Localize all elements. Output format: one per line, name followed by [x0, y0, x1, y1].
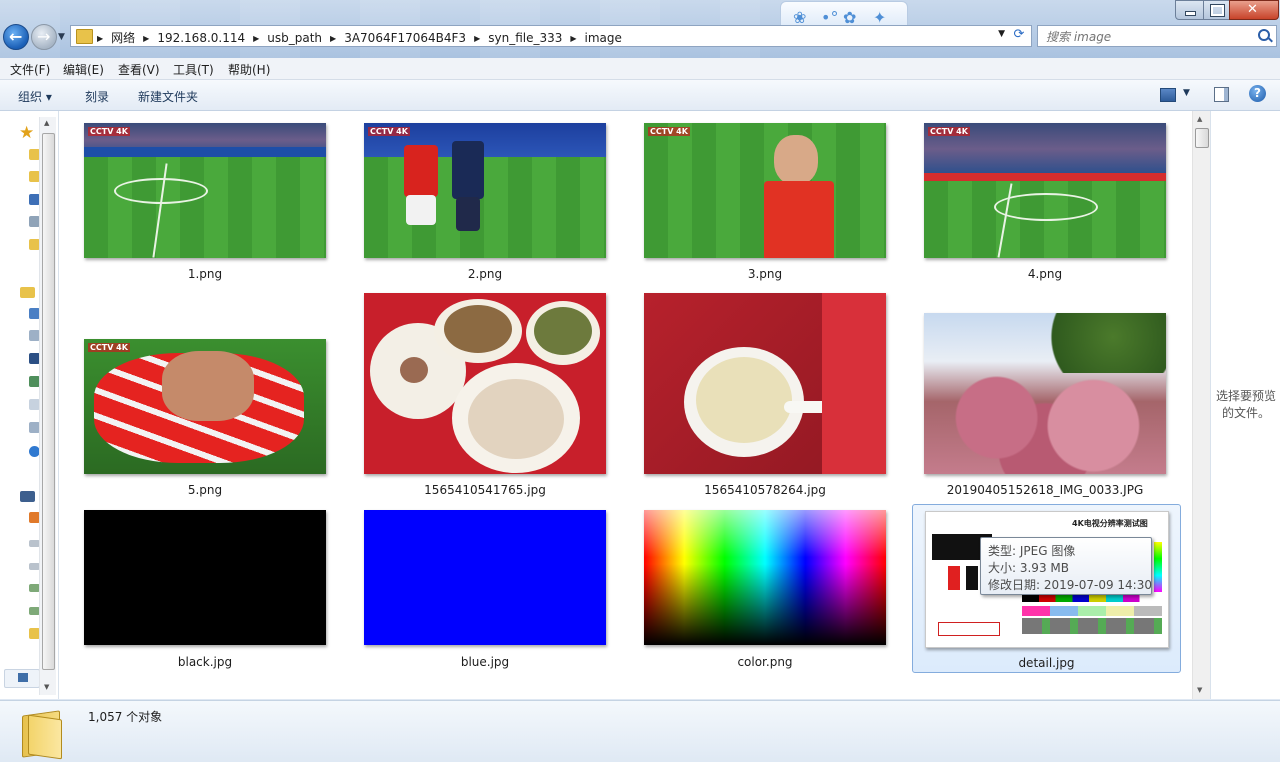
address-dropdown-icon[interactable]: ▼ [998, 29, 1005, 39]
testchart-title: 4K电视分辨率测试图 [1072, 519, 1148, 528]
breadcrumb-item[interactable]: syn_file_333 [488, 31, 562, 45]
computer-icon[interactable] [20, 491, 35, 502]
file-item[interactable]: CCTV 4K 2.png [359, 121, 611, 289]
organize-button[interactable]: 组织 ▾ [18, 88, 52, 105]
scroll-up-icon[interactable]: ▲ [1197, 115, 1202, 123]
back-button[interactable] [3, 24, 29, 50]
thumbnail-image: CCTV 4K [924, 123, 1166, 258]
tooltip-modified: 修改日期: 2019-07-09 14:30 [988, 578, 1152, 592]
file-list: CCTV 4K 1.png CCTV 4K 2.png CCTV 4K 3.pn… [59, 111, 1192, 699]
search-box[interactable] [1037, 25, 1277, 47]
scroll-down-icon[interactable]: ▼ [44, 683, 49, 691]
file-info-tooltip: 类型: JPEG 图像 大小: 3.93 MB 修改日期: 2019-07-09… [980, 537, 1152, 595]
file-item[interactable]: CCTV 4K 1.png [79, 121, 331, 289]
recent-pages-dropdown-icon[interactable]: ▼ [58, 32, 65, 42]
breadcrumb-item[interactable]: 网络 [111, 31, 135, 45]
file-item[interactable]: 1565410541765.jpg [359, 293, 611, 503]
breadcrumb-separator-icon[interactable]: ▶ [253, 34, 259, 43]
scroll-up-icon[interactable]: ▲ [44, 119, 49, 127]
file-item[interactable]: CCTV 4K 4.png [919, 121, 1171, 289]
thumbnail-image: CCTV 4K [364, 123, 606, 258]
breadcrumb-item[interactable]: image [585, 31, 622, 45]
network-icon-graphic [18, 673, 28, 682]
command-bar: 组织 ▾ 刻录 新建文件夹 ▼ ? [0, 80, 1280, 111]
file-item[interactable]: black.jpg [79, 505, 331, 673]
file-name: 3.png [747, 267, 783, 281]
thumbnail-image: CCTV 4K [84, 123, 326, 258]
favorites-star-icon[interactable]: ★ [19, 123, 34, 143]
breadcrumb-separator-icon[interactable]: ▶ [97, 34, 103, 43]
forward-button[interactable] [31, 24, 57, 50]
thumbnail-image: CCTV 4K [84, 339, 326, 474]
breadcrumb-item[interactable]: 192.168.0.114 [157, 31, 245, 45]
menu-view[interactable]: 查看(V) [118, 61, 160, 78]
preview-pane: 选择要预览的文件。 [1210, 111, 1280, 699]
file-item[interactable]: CCTV 4K 3.png [639, 121, 891, 289]
folder-icon [76, 29, 93, 44]
minimize-button[interactable] [1175, 0, 1204, 20]
file-name: blue.jpg [460, 655, 510, 669]
libraries-icon[interactable] [20, 287, 35, 298]
menu-tools[interactable]: 工具(T) [173, 61, 214, 78]
breadcrumb-separator-icon[interactable]: ▶ [143, 34, 149, 43]
file-name: 1565410541765.jpg [424, 483, 546, 497]
scrollbar-thumb[interactable] [42, 133, 55, 670]
file-item[interactable]: blue.jpg [359, 505, 611, 673]
thumbnail-image: CCTV 4K [644, 123, 886, 258]
file-name: 1.png [187, 267, 223, 281]
tooltip-size: 大小: 3.93 MB [988, 561, 1069, 575]
breadcrumb-separator-icon[interactable]: ▶ [474, 34, 480, 43]
maximize-button[interactable] [1203, 0, 1230, 20]
search-icon[interactable] [1258, 29, 1270, 41]
navigation-pane: ★ ▲ ▼ [0, 111, 59, 699]
file-name: black.jpg [177, 655, 233, 669]
preview-message: 选择要预览的文件。 [1215, 389, 1276, 420]
file-name: 2.png [467, 267, 503, 281]
thumbnail-image [364, 293, 606, 474]
breadcrumb: ▶ 网络 ▶ 192.168.0.114 ▶ usb_path ▶ 3A7064F17064B… [97, 29, 630, 46]
menu-help[interactable]: 帮助(H) [228, 61, 270, 78]
file-item[interactable]: color.png [639, 505, 891, 673]
file-item[interactable]: 20190405152618_IMG_0033.JPG [919, 293, 1171, 503]
file-name: 20190405152618_IMG_0033.JPG [946, 483, 1144, 497]
navigation-scrollbar[interactable]: ▲ ▼ [39, 117, 56, 695]
network-icon[interactable] [4, 669, 40, 688]
scroll-down-icon[interactable]: ▼ [1197, 686, 1202, 694]
thumbnail-image [644, 293, 886, 474]
breadcrumb-item[interactable]: 3A7064F17064B4F3 [344, 31, 466, 45]
menu-edit[interactable]: 编辑(E) [63, 61, 104, 78]
content-scrollbar[interactable]: ▲ ▼ [1192, 111, 1210, 699]
views-icon[interactable] [1160, 88, 1176, 102]
menu-file[interactable]: 文件(F) [10, 61, 50, 78]
close-button[interactable] [1229, 0, 1279, 20]
file-name: 5.png [187, 483, 223, 497]
menu-bar: 文件(F) 编辑(E) 查看(V) 工具(T) 帮助(H) [0, 58, 1280, 80]
thumbnail-image [364, 510, 606, 645]
thumbnail-image [84, 510, 326, 645]
address-bar[interactable]: ▶ 网络 ▶ 192.168.0.114 ▶ usb_path ▶ 3A7064F17064B… [70, 25, 1032, 47]
views-dropdown-icon[interactable]: ▼ [1183, 88, 1190, 98]
item-count: 1,057 个对象 [88, 710, 163, 724]
breadcrumb-item[interactable]: usb_path [267, 31, 322, 45]
scrollbar-thumb[interactable] [1195, 128, 1209, 148]
thumbnail-image [644, 510, 886, 645]
file-item[interactable]: 1565410578264.jpg [639, 293, 891, 503]
file-name: 1565410578264.jpg [704, 483, 826, 497]
breadcrumb-separator-icon[interactable]: ▶ [330, 34, 336, 43]
file-name: detail.jpg [1018, 656, 1075, 670]
search-input[interactable] [1044, 29, 1248, 45]
folder-icon [22, 707, 62, 760]
file-name: color.png [737, 655, 793, 669]
preview-pane-icon[interactable] [1214, 87, 1229, 102]
thumbnail-image [924, 313, 1166, 474]
file-name: 4.png [1027, 267, 1063, 281]
refresh-icon[interactable]: ⟳ [1008, 27, 1030, 45]
help-icon[interactable]: ? [1249, 85, 1266, 102]
burn-button[interactable]: 刻录 [85, 88, 109, 105]
breadcrumb-separator-icon[interactable]: ▶ [570, 34, 576, 43]
details-pane: 1,057 个对象 [0, 700, 1280, 762]
new-folder-button[interactable]: 新建文件夹 [138, 88, 198, 105]
tooltip-type: 类型: JPEG 图像 [988, 544, 1076, 558]
file-item[interactable]: CCTV 4K 5.png [79, 293, 331, 503]
